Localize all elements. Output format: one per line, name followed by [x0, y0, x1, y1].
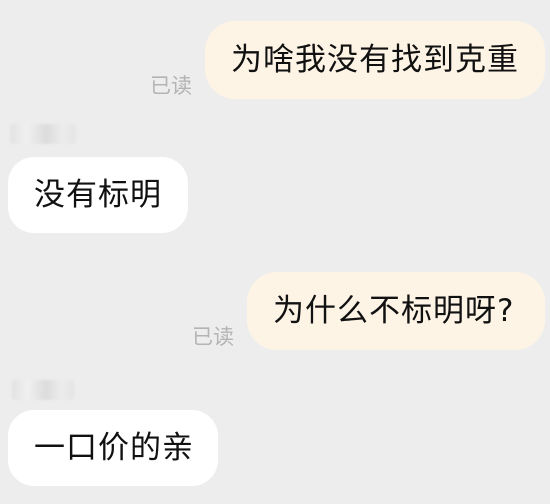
chat-message-list[interactable]: 已读 为啥我没有找到克重 没有标明 已读 为什么不标明呀? 一口价的亲 — [0, 0, 550, 504]
outgoing-message-bubble[interactable]: 为啥我没有找到克重 — [205, 21, 545, 99]
message-text: 没有标明 — [34, 176, 162, 213]
incoming-message-bubble[interactable]: 一口价的亲 — [8, 410, 218, 486]
message-text: 一口价的亲 — [34, 429, 194, 466]
outgoing-message-bubble[interactable]: 为什么不标明呀? — [247, 272, 545, 350]
message-text: 为啥我没有找到克重 — [231, 41, 519, 78]
incoming-message-bubble[interactable]: 没有标明 — [8, 157, 188, 233]
message-text: 为什么不标明呀? — [273, 292, 515, 329]
read-status: 已读 — [192, 325, 234, 349]
sender-name-blurred — [12, 380, 74, 400]
read-status: 已读 — [150, 74, 192, 98]
sender-name-blurred — [10, 124, 76, 144]
